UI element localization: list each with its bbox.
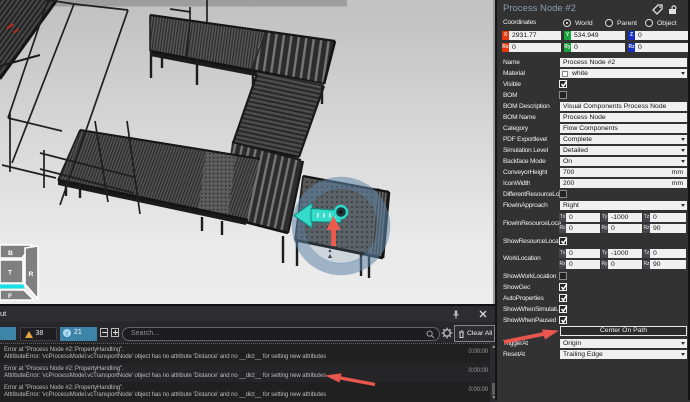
svg-text:R: R [29, 271, 34, 278]
svg-text:B: B [8, 250, 13, 257]
svg-text:F: F [8, 293, 12, 300]
svg-text:i: i [66, 331, 67, 337]
